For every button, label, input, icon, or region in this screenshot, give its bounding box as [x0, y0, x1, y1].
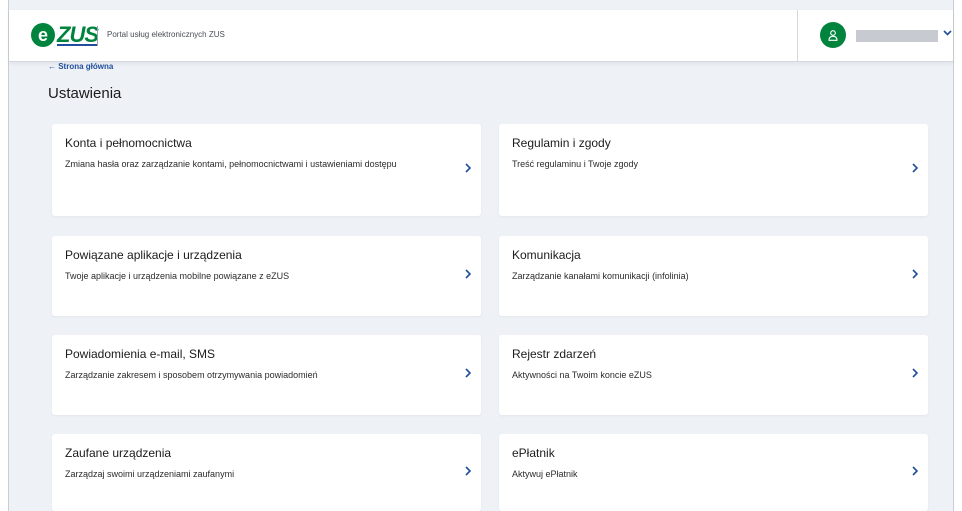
logo-e-mark: e [31, 23, 55, 47]
chevron-right-icon [465, 162, 472, 176]
card-eplatnik[interactable]: ePłatnik Aktywuj ePłatnik [499, 434, 928, 511]
card-komunikacja[interactable]: Komunikacja Zarządzanie kanałami komunik… [499, 236, 928, 316]
user-silhouette-icon [828, 29, 838, 41]
chevron-right-icon [465, 367, 472, 381]
card-title: ePłatnik [512, 446, 555, 460]
card-description: Twoje aplikacje i urządzenia mobilne pow… [65, 271, 290, 281]
card-title: Zaufane urządzenia [65, 446, 172, 460]
card-description: Aktywności na Twoim koncie eZUS [512, 370, 652, 380]
card-rejestr-zdarzen[interactable]: Rejestr zdarzeń Aktywności na Twoim konc… [499, 335, 928, 415]
window-frame-left [0, 0, 9, 511]
chevron-down-icon[interactable] [943, 27, 952, 39]
user-icon[interactable] [820, 22, 846, 48]
chevron-right-icon [912, 367, 919, 381]
card-title: Regulamin i zgody [512, 136, 611, 150]
top-header: e ZUS Portal usług elektronicznych ZUS [9, 10, 953, 62]
chevron-right-icon [465, 268, 472, 282]
card-title: Powiadomienia e-mail, SMS [65, 347, 216, 361]
card-title: Komunikacja [512, 248, 581, 262]
back-to-home-link[interactable]: ← Strona główna [48, 62, 113, 71]
card-regulamin-zgody[interactable]: Regulamin i zgody Treść regulaminu i Two… [499, 124, 928, 216]
page-title: Ustawienia [48, 85, 122, 102]
card-title: Konta i pełnomocnictwa [65, 136, 192, 150]
card-powiazane-aplikacje[interactable]: Powiązane aplikacje i urządzenia Twoje a… [52, 236, 481, 316]
chevron-right-icon [912, 465, 919, 479]
card-description: Zarządzanie kanałami komunikacji (infoli… [512, 271, 689, 281]
card-description: Zarządzanie zakresem i sposobem otrzymyw… [65, 370, 318, 380]
ezus-logo[interactable]: e ZUS [31, 22, 99, 47]
logo-zus-text: ZUS [57, 22, 99, 47]
card-title: Powiązane aplikacje i urządzenia [65, 248, 242, 262]
chevron-right-icon [912, 268, 919, 282]
card-konta-pelnomocnictwa[interactable]: Konta i pełnomocnictwa Zmiana hasła oraz… [52, 124, 481, 216]
card-title: Rejestr zdarzeń [512, 347, 597, 361]
card-powiadomienia[interactable]: Powiadomienia e-mail, SMS Zarządzanie za… [52, 335, 481, 415]
card-zaufane-urzadzenia[interactable]: Zaufane urządzenia Zarządzaj swoimi urzą… [52, 434, 481, 511]
card-description: Treść regulaminu i Twoje zgody [512, 159, 639, 169]
logo-divider [97, 26, 98, 46]
user-menu[interactable] [797, 10, 953, 62]
window-frame-right [953, 0, 962, 511]
chevron-right-icon [465, 465, 472, 479]
card-description: Aktywuj ePłatnik [512, 469, 578, 479]
card-description: Zarządzaj swoimi urządzeniami zaufanymi [65, 469, 235, 479]
card-description: Zmiana hasła oraz zarządzanie kontami, p… [65, 159, 397, 169]
portal-title: Portal usług elektronicznych ZUS [107, 30, 225, 39]
chevron-right-icon [912, 162, 919, 176]
user-name-redacted [856, 30, 938, 42]
